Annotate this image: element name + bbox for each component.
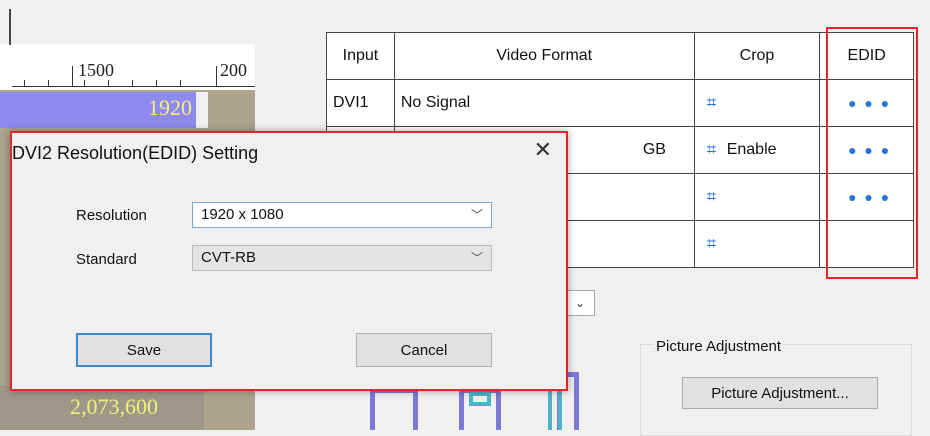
close-icon[interactable]: ✕ bbox=[534, 137, 552, 163]
layout-single-icon[interactable] bbox=[370, 388, 418, 430]
row-crop[interactable]: ⌗ bbox=[693, 79, 821, 127]
standard-label: Standard bbox=[76, 251, 137, 268]
chevron-down-icon: ﹀ bbox=[470, 208, 483, 222]
block-width-label: 1920 bbox=[148, 95, 192, 120]
resolution-label: Resolution bbox=[76, 207, 147, 224]
edid-column-highlight bbox=[826, 27, 918, 279]
canvas-ruler: 1500 200 bbox=[0, 44, 255, 90]
layout-dropdown[interactable]: ⌄ bbox=[565, 290, 595, 316]
crop-icon[interactable]: ⌗ bbox=[707, 93, 717, 113]
row-crop[interactable]: ⌗ bbox=[693, 173, 821, 221]
crop-icon[interactable]: ⌗ bbox=[707, 187, 717, 207]
header-video-format: Video Format bbox=[393, 32, 695, 80]
text-cursor-bar bbox=[9, 9, 11, 45]
resolution-select[interactable]: 1920 x 1080 ﹀ bbox=[192, 202, 492, 228]
canvas-window-block[interactable]: 1920 bbox=[0, 92, 196, 128]
save-button[interactable]: Save bbox=[76, 333, 212, 367]
crop-icon[interactable]: ⌗ bbox=[707, 140, 717, 160]
header-crop: Crop bbox=[693, 32, 821, 80]
canvas-pixel-block: 2,073,600 bbox=[0, 386, 204, 430]
canvas-strip bbox=[196, 92, 208, 128]
row-crop[interactable]: ⌗ Enable bbox=[693, 126, 821, 174]
crop-enable-label: Enable bbox=[726, 141, 777, 159]
pixel-count-label: 2,073,600 bbox=[70, 394, 158, 419]
picture-adjustment-button[interactable]: Picture Adjustment... bbox=[682, 377, 878, 409]
chevron-down-icon: ﹀ bbox=[470, 251, 483, 265]
row-crop[interactable]: ⌗ bbox=[693, 220, 821, 268]
ruler-baseline bbox=[12, 86, 255, 87]
picture-adjustment-title: Picture Adjustment bbox=[654, 338, 784, 355]
cancel-button[interactable]: Cancel bbox=[356, 333, 492, 367]
row-input: DVI1 bbox=[326, 79, 395, 127]
standard-select[interactable]: CVT-RB ﹀ bbox=[192, 245, 492, 271]
dialog-title: DVI2 Resolution(EDID) Setting bbox=[12, 143, 259, 163]
chevron-down-icon: ⌄ bbox=[574, 296, 586, 310]
layout-split-inner bbox=[548, 386, 562, 430]
ruler-label-1500: 1500 bbox=[78, 60, 114, 80]
crop-icon[interactable]: ⌗ bbox=[707, 234, 717, 254]
layout-pip-inner bbox=[469, 392, 491, 406]
edid-setting-dialog: DVI2 Resolution(EDID) Setting ✕ Resoluti… bbox=[10, 131, 568, 391]
header-input: Input bbox=[326, 32, 395, 80]
ruler-label-2000: 200 bbox=[220, 60, 247, 80]
row-format: No Signal bbox=[393, 79, 695, 127]
